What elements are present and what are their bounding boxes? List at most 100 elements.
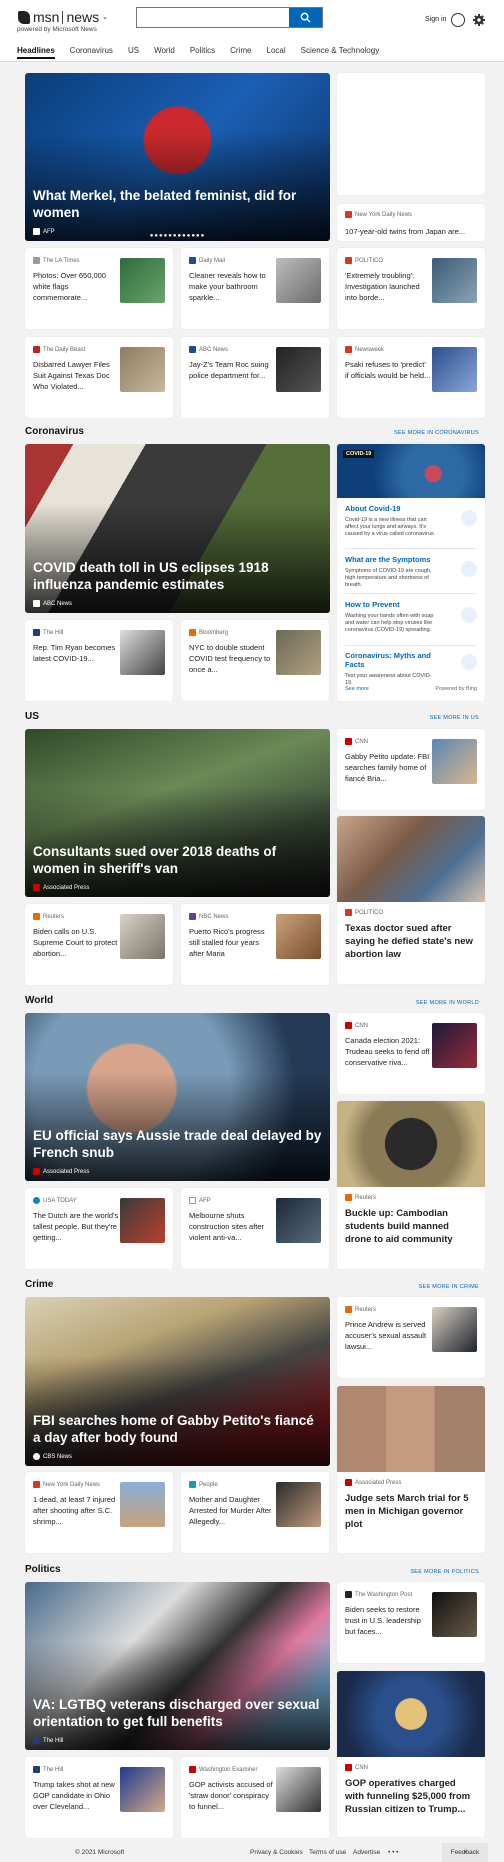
nav-coronavirus[interactable]: Coronavirus (70, 46, 113, 59)
hero-source: The Hill (33, 1737, 63, 1744)
see-more-us[interactable]: SEE MORE IN US (430, 715, 479, 721)
source-logo-icon (189, 629, 196, 636)
hero-source-name: CBS News (43, 1453, 73, 1460)
headline-card-2[interactable]: Daily Mail Cleaner reveals how to make y… (181, 248, 329, 329)
search-input[interactable] (137, 8, 289, 27)
covid-about[interactable]: About Covid-19 Covid-19 is a new illness… (345, 504, 437, 538)
see-more-coronavirus[interactable]: SEE MORE IN CORONAVIRUS (394, 430, 479, 436)
world-card-2[interactable]: AFP Melbourne shuts construction sites a… (181, 1188, 329, 1269)
coronavirus-hero[interactable]: COVID death toll in US eclipses 1918 inf… (25, 444, 330, 613)
powered-by: powered by Microsoft News (17, 26, 97, 33)
card-title: Cleaner reveals how to make your bathroo… (189, 271, 266, 302)
advertise-link[interactable]: Advertise (353, 1849, 380, 1856)
us-card-1[interactable]: Reuters Biden calls on U.S. Supreme Cour… (25, 904, 173, 985)
brand-text: msn (33, 9, 60, 25)
card-thumbnail (120, 630, 165, 675)
crime-card-2[interactable]: People Mother and Daughter Arrested for … (181, 1472, 329, 1553)
politics-side-big-card[interactable]: CNN GOP operatives charged with funnelin… (337, 1671, 485, 1837)
msn-logo[interactable]: msn news ⌄ (18, 9, 108, 25)
world-hero[interactable]: EU official says Aussie trade deal delay… (25, 1013, 330, 1181)
card-thumbnail (276, 1767, 321, 1812)
covid-myths[interactable]: Coronavirus: Myths and Facts Test your a… (345, 651, 437, 687)
nav-local[interactable]: Local (267, 46, 286, 59)
ad-placeholder (337, 73, 485, 195)
world-card-1[interactable]: USA TODAY The Dutch are the world's tall… (25, 1188, 173, 1269)
card-source: POLITICO (345, 909, 383, 916)
nav-science-technology[interactable]: Science & Technology (301, 46, 380, 59)
politics-card-2[interactable]: Washington Examiner GOP activists accuse… (181, 1757, 329, 1838)
section-title-world: World (25, 995, 54, 1006)
politics-side-card[interactable]: The Washington Post Biden seeks to resto… (337, 1582, 485, 1663)
covid-see-more[interactable]: See more (345, 686, 369, 692)
politics-hero[interactable]: VA: LGTBQ veterans discharged over sexua… (25, 1582, 330, 1750)
divider (345, 645, 477, 646)
us-side-big-card[interactable]: POLITICO Texas doctor sued after saying … (337, 816, 485, 984)
politics-card-1[interactable]: The Hill Trump takes shot at new GOP can… (25, 1757, 173, 1838)
chevron-down-icon: ⌄ (102, 14, 109, 21)
world-side-big-card[interactable]: Reuters Buckle up: Cambodian students bu… (337, 1101, 485, 1269)
feedback-button[interactable]: ▪ Feedback (442, 1843, 488, 1862)
privacy-link[interactable]: Privacy & Cookies (250, 1849, 303, 1856)
source-logo-icon (345, 1591, 352, 1598)
card-title: Mother and Daughter Arrested for Murder … (189, 1495, 272, 1526)
card-title: The Dutch are the world's tallest people… (33, 1211, 119, 1242)
covid-symptoms[interactable]: What are the Symptoms Symptoms of COVID-… (345, 555, 437, 589)
see-more-politics[interactable]: SEE MORE IN POLITICS (410, 1569, 479, 1575)
crime-side-big-card[interactable]: Associated Press Judge sets March trial … (337, 1386, 485, 1553)
card-source: AFP (189, 1197, 211, 1204)
nav-crime[interactable]: Crime (230, 46, 251, 59)
us-hero[interactable]: Consultants sued over 2018 deaths of wom… (25, 729, 330, 897)
card-source: CNN (345, 1764, 368, 1771)
see-more-crime[interactable]: SEE MORE IN CRIME (419, 1284, 479, 1290)
user-avatar-icon[interactable] (451, 13, 465, 27)
world-side-card[interactable]: CNN Canada election 2021: Trudeau seeks … (337, 1013, 485, 1094)
card-thumbnail (276, 347, 321, 392)
more-links-button[interactable]: • • • (388, 1849, 398, 1856)
search-icon (300, 12, 311, 23)
gear-icon[interactable] (473, 14, 485, 26)
card-title: Puerto Rico's progress still stalled fou… (189, 927, 265, 958)
see-more-world[interactable]: SEE MORE IN WORLD (416, 1000, 479, 1006)
card-thumbnail (276, 630, 321, 675)
card-source-name: Newsweek (355, 346, 385, 353)
source-logo-icon (33, 1766, 40, 1773)
sign-in-link[interactable]: Sign in (425, 16, 446, 23)
nav-politics[interactable]: Politics (190, 46, 215, 59)
nav-us[interactable]: US (128, 46, 139, 59)
card-source-name: Washington Examiner (199, 1766, 258, 1773)
card-thumbnail (276, 1198, 321, 1243)
card-source: POLITICO (345, 257, 383, 264)
crime-side-card[interactable]: Reuters Prince Andrew is served accuser'… (337, 1297, 485, 1378)
coronavirus-card-1[interactable]: The Hill Rep. Tim Ryan becomes latest CO… (25, 620, 173, 701)
card-source-name: The LA Times (43, 257, 80, 264)
hero-title: VA: LGTBQ veterans discharged over sexua… (33, 1697, 320, 1729)
covid-prevent[interactable]: How to Prevent Washing your hands often … (345, 600, 437, 634)
us-side-card[interactable]: CNN Gabby Petito update: FBI searches fa… (337, 729, 485, 810)
card-thumbnail (276, 1482, 321, 1527)
source-logo-icon (345, 346, 352, 353)
card-title: Biden calls on U.S. Supreme Court to pro… (33, 927, 118, 958)
headline-card-1[interactable]: The LA Times Photos: Over 650,000 white … (25, 248, 173, 329)
headline-card-3[interactable]: POLITICO 'Extremely troubling': Investig… (337, 248, 485, 329)
source-logo-icon (189, 913, 196, 920)
headline-side-card[interactable]: New York Daily News 107-year-old twins f… (337, 204, 485, 241)
us-card-2[interactable]: NBC News Puerto Rico's progress still st… (181, 904, 329, 985)
headline-hero[interactable]: What Merkel, the belated feminist, did f… (25, 73, 330, 241)
card-title: Prince Andrew is served accuser's sexual… (345, 1320, 427, 1351)
nav-headlines[interactable]: Headlines (17, 46, 55, 59)
crime-card-1[interactable]: New York Daily News 1 dead, at least 7 i… (25, 1472, 173, 1553)
terms-link[interactable]: Terms of use (309, 1849, 346, 1856)
headline-card-4[interactable]: The Daily Beast Disbarred Lawyer Files S… (25, 337, 173, 418)
copyright: © 2021 Microsoft (75, 1849, 125, 1856)
card-source: Associated Press (345, 1479, 401, 1486)
headline-card-6[interactable]: Newsweek Psaki refuses to 'predict' if o… (337, 337, 485, 418)
carousel-dots[interactable]: ●●●●●●●●●●●● (25, 233, 330, 239)
card-source-name: CNN (355, 1022, 368, 1029)
coronavirus-card-2[interactable]: Bloomberg NYC to double student COVID te… (181, 620, 329, 701)
headline-card-5[interactable]: ABC News Jay-Z's Team Roc suing police d… (181, 337, 329, 418)
search-button[interactable] (289, 8, 322, 27)
card-title: GOP operatives charged with funneling $2… (345, 1778, 471, 1815)
crime-hero[interactable]: FBI searches home of Gabby Petito's fian… (25, 1297, 330, 1466)
card-title: Trump takes shot at new GOP candidate in… (33, 1780, 115, 1811)
nav-world[interactable]: World (154, 46, 175, 59)
